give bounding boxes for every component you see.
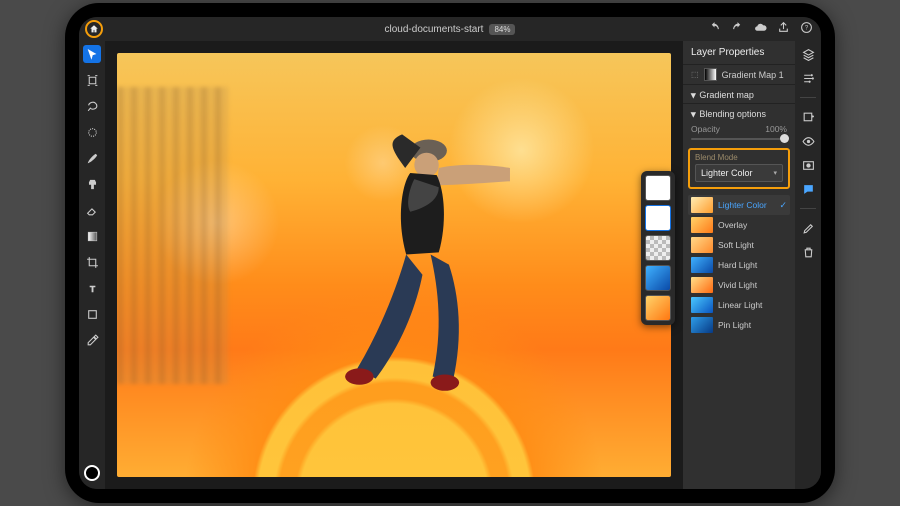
opacity-slider[interactable] xyxy=(691,138,787,140)
layer-name: Gradient Map 1 xyxy=(722,70,784,80)
color-swatch[interactable] xyxy=(84,465,100,481)
active-layer-row[interactable]: ⬚ Gradient Map 1 xyxy=(683,65,795,84)
blend-mode-option[interactable]: Soft Light xyxy=(688,235,790,255)
tool-move[interactable] xyxy=(83,45,101,63)
mode-swatch xyxy=(691,197,713,213)
tool-shape[interactable] xyxy=(83,305,101,323)
check-icon: ✓ xyxy=(779,200,787,211)
properties-icon[interactable] xyxy=(801,71,815,85)
tool-selection-brush[interactable] xyxy=(83,123,101,141)
section-gradient-map[interactable]: ▶Gradient map xyxy=(683,84,795,103)
app-screen: cloud-documents-start 84% ? T xyxy=(79,17,821,489)
opacity-value: 100% xyxy=(765,124,787,134)
blend-mode-option[interactable]: Lighter Color ✓ xyxy=(688,195,790,215)
slider-handle[interactable] xyxy=(780,134,789,143)
visibility-icon[interactable] xyxy=(801,134,815,148)
tool-rail: T xyxy=(79,41,105,489)
properties-panel: Layer Properties ⬚ Gradient Map 1 ▶Gradi… xyxy=(683,41,795,489)
share-icon[interactable] xyxy=(777,21,790,37)
section-blending[interactable]: ▶Blending options xyxy=(683,103,795,122)
canvas-image xyxy=(117,53,671,477)
layer-thumb[interactable] xyxy=(645,265,671,291)
tablet-frame: cloud-documents-start 84% ? T xyxy=(65,3,835,503)
blend-mode-box: Blend Mode Lighter Color ▾ xyxy=(688,148,790,189)
mode-label: Vivid Light xyxy=(718,280,787,290)
adjustment-icon: ⬚ xyxy=(691,70,699,79)
mode-label: Lighter Color xyxy=(718,200,774,210)
comments-icon[interactable] xyxy=(801,182,815,196)
help-icon[interactable]: ? xyxy=(800,21,813,37)
edit-icon[interactable] xyxy=(801,221,815,235)
blend-mode-option[interactable]: Overlay xyxy=(688,215,790,235)
tool-gradient[interactable] xyxy=(83,227,101,245)
layer-thumb-icon xyxy=(704,68,717,81)
cloud-icon[interactable] xyxy=(754,21,767,37)
document-title: cloud-documents-start xyxy=(385,24,484,35)
mode-swatch xyxy=(691,237,713,253)
redo-button[interactable] xyxy=(731,21,744,37)
tool-type[interactable]: T xyxy=(83,279,101,297)
right-rail xyxy=(795,41,821,489)
zoom-level[interactable]: 84% xyxy=(489,24,515,35)
mode-label: Hard Light xyxy=(718,260,787,270)
blend-mode-option[interactable]: Pin Light xyxy=(688,315,790,335)
titlebar-actions: ? xyxy=(708,21,813,37)
svg-text:?: ? xyxy=(805,26,809,32)
mode-label: Linear Light xyxy=(718,300,787,310)
mode-label: Overlay xyxy=(718,220,787,230)
dancer-figure xyxy=(305,112,516,417)
add-layer-icon[interactable] xyxy=(801,110,815,124)
blend-mode-option[interactable]: Vivid Light xyxy=(688,275,790,295)
bg-building xyxy=(117,87,228,384)
mode-swatch xyxy=(691,257,713,273)
blend-mode-option[interactable]: Hard Light xyxy=(688,255,790,275)
opacity-label: Opacity xyxy=(691,124,720,134)
tool-eraser[interactable] xyxy=(83,201,101,219)
layer-thumb[interactable] xyxy=(645,235,671,261)
tool-eyedropper[interactable] xyxy=(83,331,101,349)
layer-thumb[interactable] xyxy=(645,175,671,201)
mode-label: Pin Light xyxy=(718,320,787,330)
layer-thumb[interactable] xyxy=(645,205,671,231)
blend-mode-list: Lighter Color ✓ Overlay Soft Light Hard … xyxy=(683,195,795,335)
mask-icon[interactable] xyxy=(801,158,815,172)
titlebar: cloud-documents-start 84% ? xyxy=(79,17,821,41)
mode-swatch xyxy=(691,297,713,313)
panel-title: Layer Properties xyxy=(683,41,795,65)
blend-mode-label: Blend Mode xyxy=(695,153,783,162)
delete-icon[interactable] xyxy=(801,245,815,259)
tool-clone[interactable] xyxy=(83,175,101,193)
svg-text:T: T xyxy=(89,283,95,293)
chevron-down-icon: ▾ xyxy=(773,169,777,177)
mode-swatch xyxy=(691,217,713,233)
tool-brush[interactable] xyxy=(83,149,101,167)
canvas-area[interactable] xyxy=(105,41,683,489)
mode-label: Soft Light xyxy=(718,240,787,250)
layer-thumbnail-stack[interactable] xyxy=(641,171,675,325)
blend-mode-option[interactable]: Linear Light xyxy=(688,295,790,315)
layers-icon[interactable] xyxy=(801,47,815,61)
tool-lasso[interactable] xyxy=(83,97,101,115)
mode-swatch xyxy=(691,277,713,293)
tool-transform[interactable] xyxy=(83,71,101,89)
layer-thumb[interactable] xyxy=(645,295,671,321)
undo-button[interactable] xyxy=(708,21,721,37)
tool-crop[interactable] xyxy=(83,253,101,271)
home-button[interactable] xyxy=(85,20,103,38)
mode-swatch xyxy=(691,317,713,333)
blend-mode-select[interactable]: Lighter Color ▾ xyxy=(695,164,783,182)
